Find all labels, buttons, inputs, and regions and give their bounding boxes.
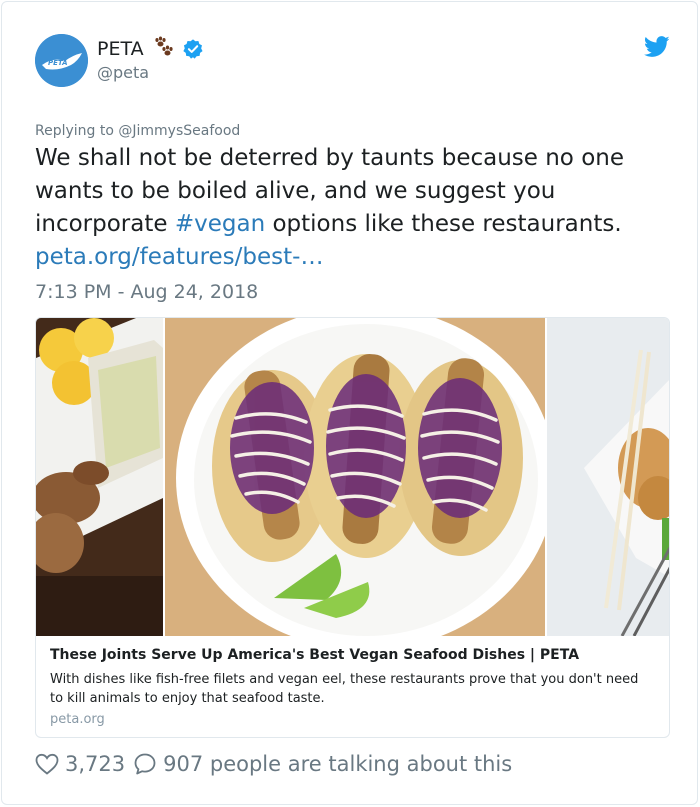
like-count[interactable]: 3,723: [65, 752, 125, 776]
heart-icon[interactable]: [35, 753, 59, 775]
author-display-name[interactable]: PETA: [97, 38, 144, 60]
link-card-title[interactable]: These Joints Serve Up America's Best Veg…: [50, 647, 579, 663]
tweet-text-part: options like these restaurants.: [265, 211, 622, 237]
verified-badge-icon: [182, 39, 203, 59]
hashtag-link[interactable]: #vegan: [175, 211, 265, 237]
conversation-count[interactable]: 907 people are talking about this: [163, 752, 512, 776]
svg-text:PETA: PETA: [48, 59, 68, 67]
tweet-actions: 3,723 907 people are talking about this: [35, 752, 512, 776]
link-preview-image: [36, 318, 669, 636]
link-preview-card[interactable]: These Joints Serve Up America's Best Veg…: [35, 317, 670, 738]
tweet-text: We shall not be deterred by taunts becau…: [35, 142, 675, 274]
tweet-timestamp[interactable]: 7:13 PM - Aug 24, 2018: [35, 281, 258, 303]
peta-logo-icon: PETA: [35, 34, 88, 87]
reply-context[interactable]: Replying to @JimmysSeafood: [35, 123, 240, 139]
link-card-description: With dishes like fish-free filets and ve…: [50, 672, 639, 706]
tweet-card: PETA PETA @peta Replying to @JimmysSeafo…: [1, 1, 698, 805]
tweet-url-link[interactable]: peta.org/features/best-…: [35, 244, 323, 270]
twitter-bird-icon[interactable]: [644, 36, 670, 58]
comment-bubble-icon[interactable]: [133, 752, 157, 776]
author-handle[interactable]: @peta: [97, 63, 149, 82]
paw-prints-icon: [152, 36, 176, 62]
link-card-domain: peta.org: [50, 712, 105, 727]
avatar[interactable]: PETA: [35, 34, 88, 87]
